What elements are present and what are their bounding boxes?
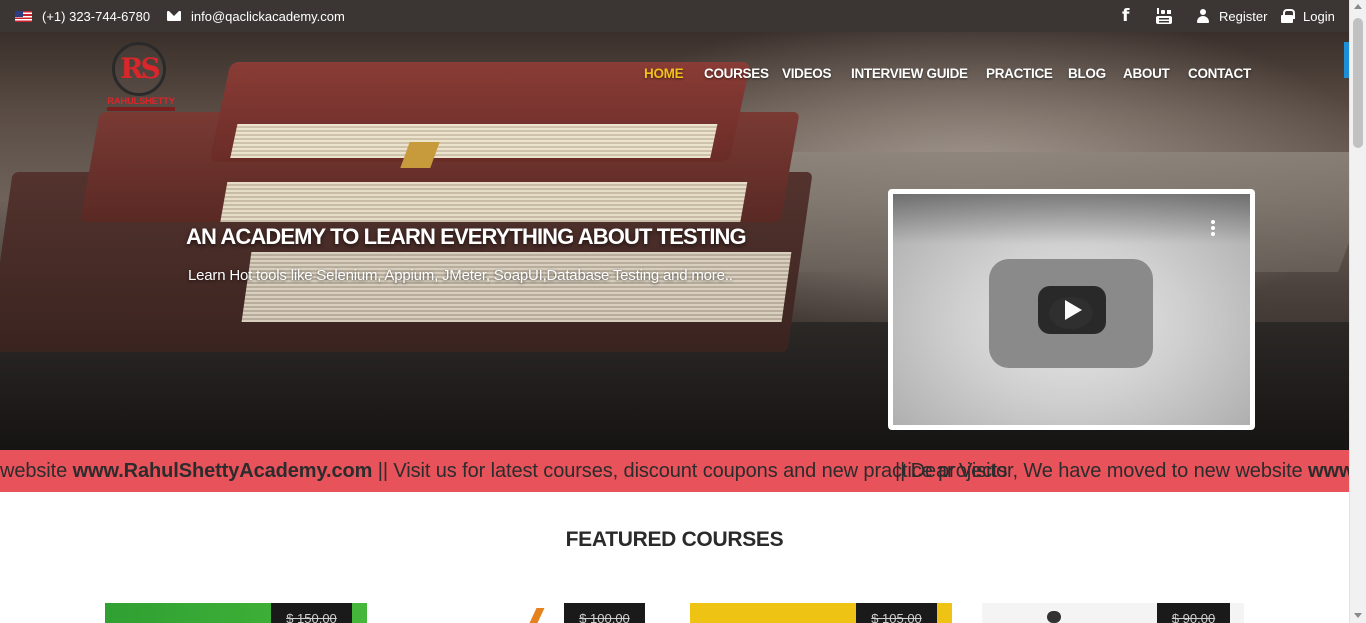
site-logo[interactable]: RS RAHULSHETTY xyxy=(104,42,178,114)
logo-monogram: RS xyxy=(120,52,161,85)
lock-icon xyxy=(1281,9,1295,23)
login-link[interactable]: Login xyxy=(1281,0,1335,32)
register-label[interactable]: Register xyxy=(1219,9,1267,24)
hero-headline: AN ACADEMY TO LEARN EVERYTHING ABOUT TES… xyxy=(186,224,747,249)
course-price: $ 100.00 xyxy=(564,603,645,623)
email-contact[interactable]: info@qaclickacademy.com xyxy=(167,0,345,32)
marquee-site-link[interactable]: www.RahulShettyAcademy.com xyxy=(73,460,373,482)
play-button[interactable] xyxy=(1038,286,1106,334)
course-price: $ 90.00 xyxy=(1157,603,1230,623)
logo-name: RAHULSHETTY xyxy=(107,96,175,107)
youtube-icon[interactable] xyxy=(1156,0,1172,32)
marquee-text-1: website www.RahulShettyAcademy.com || Vi… xyxy=(0,460,1008,482)
announcement-marquee: website www.RahulShettyAcademy.com || Vi… xyxy=(0,450,1349,492)
marquee-text-2: || Dear Visitor, We have moved to new we… xyxy=(895,460,1349,483)
nav-interview-guide[interactable]: INTERVIEW GUIDE xyxy=(851,66,968,81)
top-bar: (+1) 323-744-6780 info@qaclickacademy.co… xyxy=(0,0,1349,32)
hero-subline: Learn Hot tools like Selenium, Appium, J… xyxy=(188,267,733,284)
page-scrollbar[interactable] xyxy=(1349,0,1366,623)
nav-practice[interactable]: PRACTICE xyxy=(986,66,1053,81)
scrollbar-thumb[interactable] xyxy=(1353,18,1363,148)
nav-home[interactable]: HOME xyxy=(644,66,684,81)
us-flag-icon xyxy=(15,10,32,22)
register-link[interactable]: Register xyxy=(1196,0,1267,32)
scroll-up-arrow-icon[interactable] xyxy=(1354,4,1362,9)
email-address[interactable]: info@qaclickacademy.com xyxy=(191,9,345,24)
nav-blog[interactable]: BLOG xyxy=(1068,66,1106,81)
video-player[interactable] xyxy=(888,189,1255,430)
facebook-icon[interactable]: f xyxy=(1122,0,1129,32)
nav-contact[interactable]: CONTACT xyxy=(1188,66,1251,81)
video-thumbnail[interactable] xyxy=(893,194,1250,425)
user-icon xyxy=(1196,9,1210,23)
phone-number: (+1) 323-744-6780 xyxy=(42,8,151,24)
envelope-icon xyxy=(167,11,181,21)
course-card[interactable]: $ 150.00 xyxy=(105,603,367,623)
nav-about[interactable]: ABOUT xyxy=(1123,66,1170,81)
course-card[interactable]: $ 105.00 xyxy=(690,603,952,623)
login-label[interactable]: Login xyxy=(1303,9,1335,24)
hero-banner: RS RAHULSHETTY HOME COURSES VIDEOS INTER… xyxy=(0,32,1349,450)
course-card[interactable]: $ 100.00 xyxy=(397,603,659,623)
course-card[interactable]: $ 90.00 xyxy=(982,603,1244,623)
nav-courses[interactable]: COURSES xyxy=(704,66,769,81)
featured-courses-title: FEATURED COURSES xyxy=(565,528,784,551)
course-price: $ 105.00 xyxy=(856,603,937,623)
phone-contact: (+1) 323-744-6780 xyxy=(15,0,150,32)
nav-videos[interactable]: VIDEOS xyxy=(782,66,832,81)
more-options-icon[interactable] xyxy=(1211,220,1215,236)
scroll-down-arrow-icon[interactable] xyxy=(1354,613,1362,618)
marquee-site-link-2[interactable]: www xyxy=(1308,460,1349,482)
course-price: $ 150.00 xyxy=(271,603,352,623)
